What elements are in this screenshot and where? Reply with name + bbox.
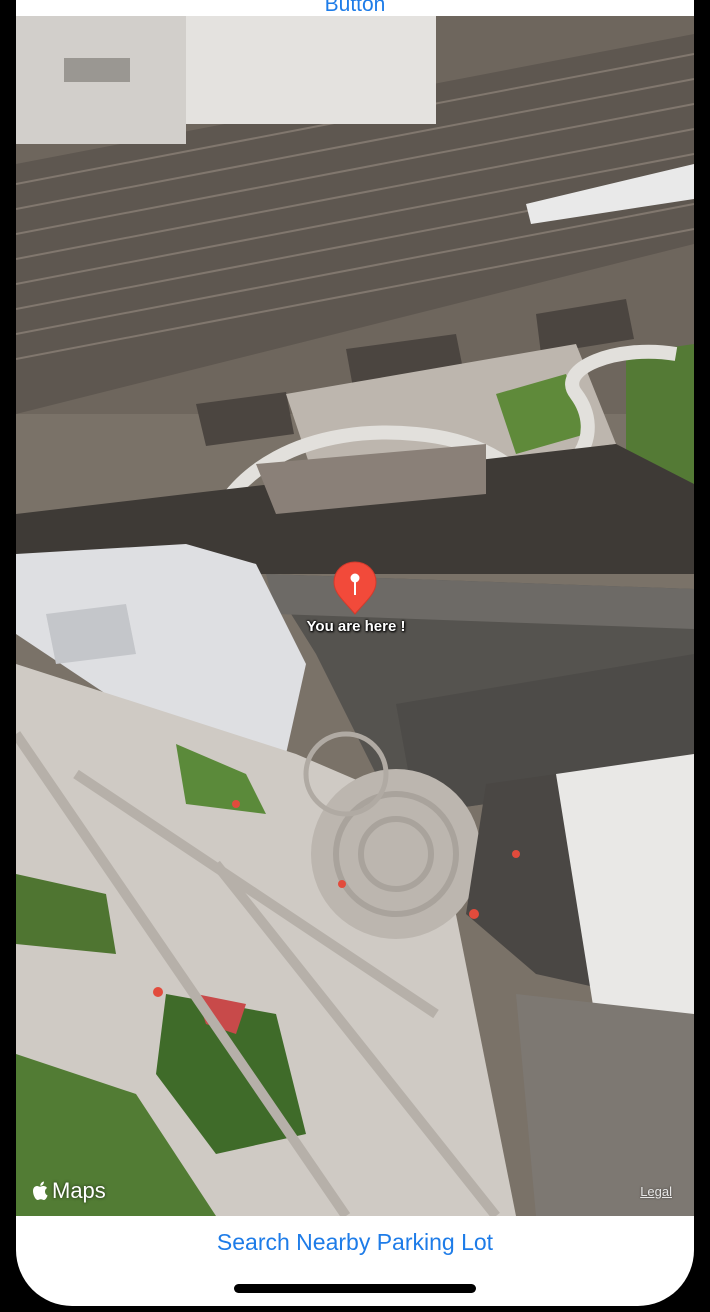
search-nearby-parking-button[interactable]: Search Nearby Parking Lot xyxy=(16,1226,694,1258)
location-pin-icon[interactable] xyxy=(332,560,378,616)
phone-screen: You are here ! Maps Legal Button Search … xyxy=(16,0,694,1306)
maps-brand-text: Maps xyxy=(52,1178,106,1203)
top-button[interactable]: Button xyxy=(16,0,694,16)
home-indicator[interactable] xyxy=(234,1284,476,1293)
satellite-map[interactable]: You are here ! Maps Legal xyxy=(16,14,694,1216)
maps-attribution: Maps xyxy=(32,1178,106,1204)
apple-logo-icon xyxy=(33,1181,48,1200)
pin-label: You are here ! xyxy=(306,618,406,635)
legal-link[interactable]: Legal xyxy=(640,1184,672,1199)
